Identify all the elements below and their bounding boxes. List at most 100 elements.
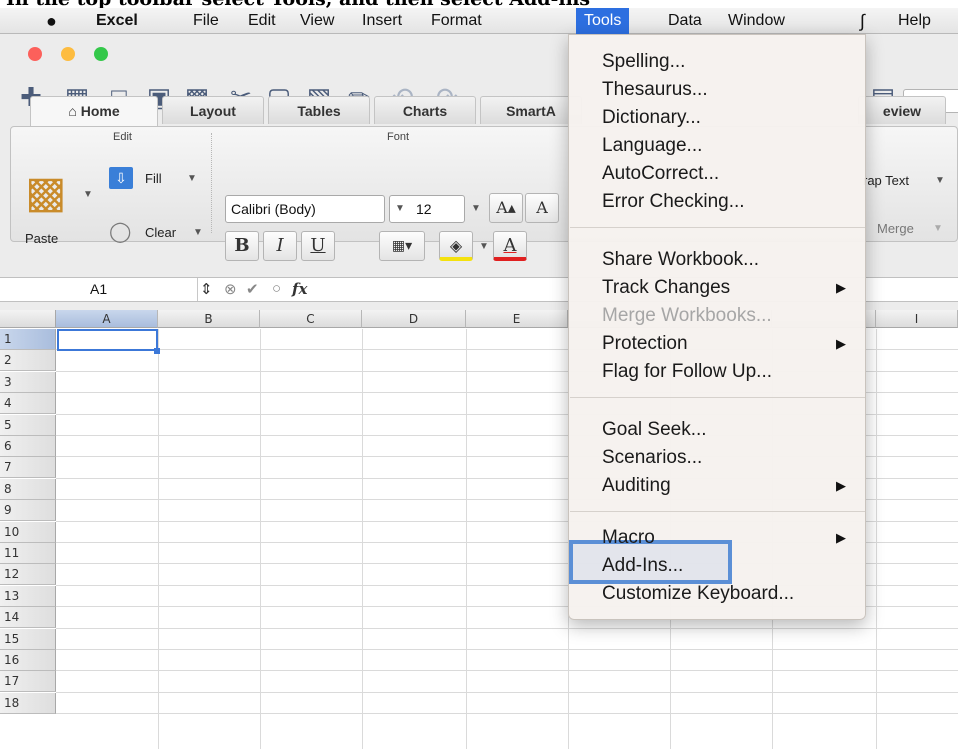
- menu-item-macro[interactable]: Macro: [602, 525, 655, 551]
- merge-dropdown-icon[interactable]: ▼: [933, 223, 943, 234]
- minimize-window-button[interactable]: [61, 47, 75, 61]
- fill-button[interactable]: Fill: [145, 171, 162, 186]
- menu-item-scenarios[interactable]: Scenarios...: [602, 445, 702, 471]
- font-name-field[interactable]: Calibri (Body): [225, 195, 385, 223]
- paste-clipboard-icon[interactable]: ▩: [25, 167, 67, 218]
- zoom-window-button[interactable]: [94, 47, 108, 61]
- script-menu-icon[interactable]: ∫: [852, 8, 873, 34]
- menu-help[interactable]: Help: [890, 8, 939, 34]
- menu-item-thesaurus[interactable]: Thesaurus...: [602, 77, 708, 103]
- menu-data[interactable]: Data: [660, 8, 710, 34]
- selected-cell-a1[interactable]: [57, 329, 158, 351]
- tab-charts[interactable]: Charts: [374, 96, 476, 124]
- confirm-entry-icon[interactable]: ✔: [246, 280, 259, 298]
- tab-home[interactable]: ⌂ Home: [30, 96, 158, 126]
- menu-item-track-changes[interactable]: Track Changes: [602, 275, 730, 301]
- decrease-font-size-icon[interactable]: A: [525, 193, 559, 223]
- stepper-icon[interactable]: ⇕: [200, 280, 213, 298]
- borders-icon[interactable]: ▦▾: [379, 231, 425, 261]
- fill-handle[interactable]: [154, 348, 160, 354]
- menu-item-language[interactable]: Language...: [602, 133, 702, 159]
- select-all-corner[interactable]: [0, 310, 56, 328]
- column-gridline: [362, 329, 363, 749]
- row-header-3[interactable]: 3: [0, 371, 56, 393]
- equals-icon[interactable]: ○: [272, 280, 281, 297]
- menu-item-protection[interactable]: Protection: [602, 331, 688, 357]
- menu-edit[interactable]: Edit: [240, 8, 284, 34]
- menu-insert[interactable]: Insert: [354, 8, 410, 34]
- font-size-dropdown-icon[interactable]: ▼: [471, 203, 481, 214]
- row-header-2[interactable]: 2: [0, 350, 56, 372]
- row-header-16[interactable]: 16: [0, 650, 56, 671]
- column-header-b[interactable]: B: [158, 310, 260, 328]
- font-name-dropdown-icon[interactable]: ▼: [395, 203, 405, 214]
- menu-item-add-ins[interactable]: Add-Ins...: [602, 553, 683, 579]
- row-header-13[interactable]: 13: [0, 585, 56, 607]
- column-header-e[interactable]: E: [466, 310, 568, 328]
- menu-format[interactable]: Format: [423, 8, 490, 34]
- fill-down-icon[interactable]: ⇩: [109, 167, 133, 189]
- row-header-6[interactable]: 6: [0, 436, 56, 457]
- menu-item-auditing[interactable]: Auditing: [602, 473, 671, 499]
- menu-tools[interactable]: Tools: [576, 8, 630, 34]
- clear-dropdown-icon[interactable]: ▼: [193, 227, 203, 238]
- row-header-9[interactable]: 9: [0, 500, 56, 522]
- cell-reference: A1: [90, 281, 108, 297]
- fill-color-icon[interactable]: ◈: [439, 231, 473, 261]
- paste-dropdown-icon[interactable]: ▼: [83, 189, 93, 200]
- menu-item-dictionary[interactable]: Dictionary...: [602, 105, 701, 131]
- menu-item-goal-seek[interactable]: Goal Seek...: [602, 417, 707, 443]
- font-color-icon[interactable]: A: [493, 231, 527, 261]
- menu-item-spelling[interactable]: Spelling...: [602, 49, 685, 75]
- menu-item-autocorrect[interactable]: AutoCorrect...: [602, 161, 719, 187]
- row-header-7[interactable]: 7: [0, 457, 56, 479]
- clear-button[interactable]: Clear: [145, 225, 176, 240]
- wrap-text-dropdown-icon[interactable]: ▼: [935, 175, 945, 186]
- insert-function-button[interactable]: fx: [292, 280, 307, 298]
- tab-home-label: Home: [80, 103, 120, 119]
- apple-menu-icon[interactable]: ●: [38, 8, 65, 34]
- name-box[interactable]: A1: [0, 278, 198, 301]
- paste-button[interactable]: Paste: [25, 231, 58, 246]
- column-gridline: [260, 329, 261, 749]
- row-header-15[interactable]: 15: [0, 628, 56, 650]
- fill-dropdown-icon[interactable]: ▼: [187, 173, 197, 184]
- menu-file[interactable]: File: [185, 8, 227, 34]
- column-header-d[interactable]: D: [362, 310, 466, 328]
- menu-item-share-workbook[interactable]: Share Workbook...: [602, 247, 759, 273]
- row-header-4[interactable]: 4: [0, 393, 56, 415]
- menu-item-flag-for-follow-up[interactable]: Flag for Follow Up...: [602, 359, 772, 385]
- column-header-c[interactable]: C: [260, 310, 362, 328]
- menu-app-excel[interactable]: Excel: [88, 8, 146, 34]
- row-header-5[interactable]: 5: [0, 414, 56, 436]
- font-group-label: Font: [387, 131, 410, 143]
- row-header-1[interactable]: 1: [0, 329, 56, 350]
- column-header-i[interactable]: I: [876, 310, 958, 328]
- cancel-entry-icon[interactable]: ⊗: [224, 280, 237, 298]
- menu-window[interactable]: Window: [720, 8, 793, 34]
- fill-color-dropdown-icon[interactable]: ▼: [479, 241, 489, 252]
- tab-review[interactable]: eview: [858, 96, 946, 124]
- row-header-8[interactable]: 8: [0, 478, 56, 500]
- merge-button[interactable]: Merge: [877, 221, 914, 236]
- increase-font-size-icon[interactable]: A▴: [489, 193, 523, 223]
- tab-layout[interactable]: Layout: [162, 96, 264, 124]
- tab-tables[interactable]: Tables: [268, 96, 370, 124]
- menu-item-customize-keyboard[interactable]: Customize Keyboard...: [602, 581, 794, 607]
- wrap-text-button[interactable]: rap Text: [863, 173, 909, 188]
- row-header-17[interactable]: 17: [0, 671, 56, 693]
- bold-button[interactable]: B: [225, 231, 259, 261]
- row-header-10[interactable]: 10: [0, 521, 56, 543]
- row-header-11[interactable]: 11: [0, 543, 56, 564]
- column-header-a[interactable]: A: [56, 310, 158, 328]
- close-window-button[interactable]: [28, 47, 42, 61]
- menu-view[interactable]: View: [292, 8, 342, 34]
- row-header-14[interactable]: 14: [0, 607, 56, 629]
- eraser-icon[interactable]: ◯: [109, 219, 131, 244]
- underline-button[interactable]: U: [301, 231, 335, 261]
- tab-smartart[interactable]: SmartA: [480, 96, 582, 124]
- row-header-12[interactable]: 12: [0, 564, 56, 586]
- row-header-18[interactable]: 18: [0, 692, 56, 714]
- menu-item-error-checking[interactable]: Error Checking...: [602, 189, 745, 215]
- italic-button[interactable]: I: [263, 231, 297, 261]
